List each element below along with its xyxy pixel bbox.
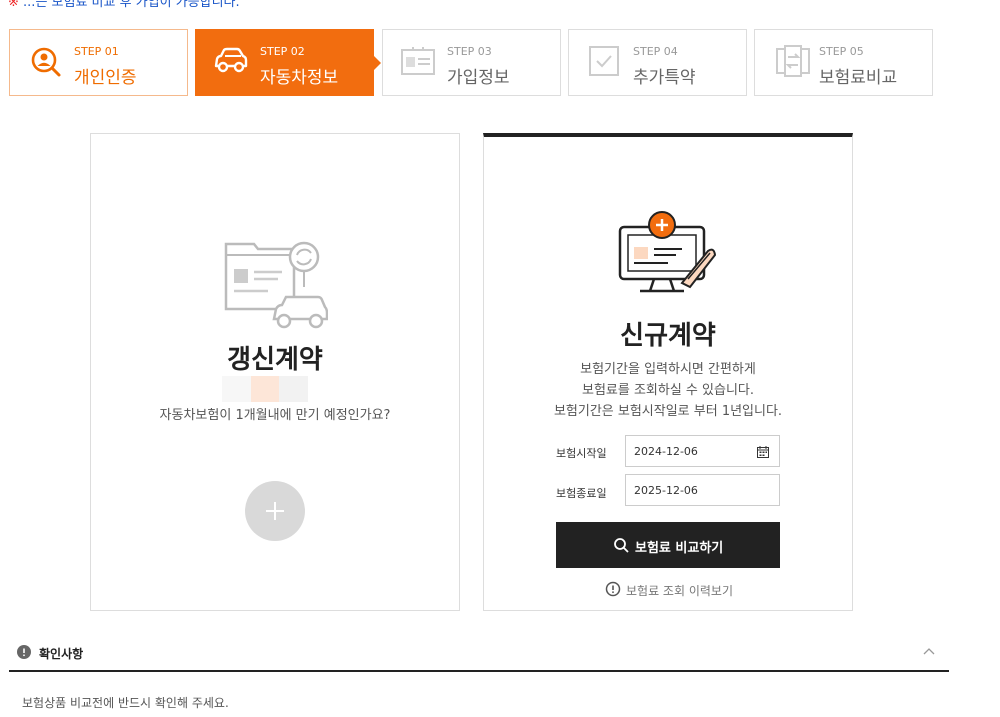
new-contract-description: 보험기간을 입력하시면 간편하게 보험료를 조회하실 수 있습니다. 보험기간은…	[484, 359, 852, 422]
step-number: STEP 04	[633, 45, 678, 58]
chevron-up-icon[interactable]	[923, 647, 935, 655]
notice-body: 보험상품 비교전에 반드시 확인해 주세요.	[22, 696, 229, 710]
renewal-description: 자동차보험이 1개월내에 만기 예정인가요?	[159, 408, 391, 423]
notice-title: 확인사항	[39, 647, 84, 661]
step-title: 추가특약	[633, 68, 696, 88]
step-5[interactable]: STEP 05 보험료비교	[754, 29, 933, 96]
step-title: 가입정보	[447, 68, 510, 88]
step-number: STEP 05	[819, 45, 864, 58]
step-progress: STEP 01 개인인증 STEP 02 자동차정보 STEP 03 가입정보 …	[9, 29, 935, 96]
top-notice: ※ ...는 보험료 비교 후 가입이 가능합니다.	[8, 0, 240, 10]
notice-text: ...는 보험료 비교 후 가입이 가능합니다.	[23, 0, 240, 10]
compare-button-label: 보험료 비교하기	[635, 541, 724, 556]
compare-premium-button[interactable]: 보험료 비교하기	[556, 522, 780, 568]
step-1[interactable]: STEP 01 개인인증	[9, 29, 188, 96]
end-date-input[interactable]	[625, 474, 780, 506]
renewal-add-button[interactable]	[245, 481, 305, 541]
renewal-title: 갱신계약	[227, 345, 323, 375]
checkbox-icon	[589, 46, 619, 76]
blurred-text	[222, 376, 309, 402]
renewal-car-document-icon	[224, 241, 328, 329]
step-2[interactable]: STEP 02 자동차정보	[195, 29, 381, 96]
start-date-label: 보험시작일	[556, 447, 607, 460]
step-title: 보험료비교	[819, 68, 898, 88]
new-contract-card: 신규계약 보험기간을 입력하시면 간편하게 보험료를 조회하실 수 있습니다. …	[483, 133, 853, 611]
step-number: STEP 02	[260, 45, 305, 58]
calendar-icon[interactable]	[757, 446, 769, 458]
step-title: 자동차정보	[260, 68, 339, 88]
step-number: STEP 03	[447, 45, 492, 58]
new-contract-title: 신규계약	[620, 321, 716, 351]
step-3[interactable]: STEP 03 가입정보	[382, 29, 561, 96]
desc-line: 보험기간을 입력하시면 간편하게	[580, 362, 756, 377]
step-title: 개인인증	[74, 68, 137, 88]
step-number: STEP 01	[74, 45, 119, 58]
info-icon	[17, 645, 31, 659]
desc-line: 보험료를 조회하실 수 있습니다.	[581, 383, 754, 398]
compare-icon	[776, 45, 810, 77]
desc-line: 보험기간은 보험시작일로 부터 1년입니다.	[553, 404, 783, 419]
notice-toggle[interactable]: 확인사항	[9, 633, 949, 672]
notice-marker: ※	[8, 0, 19, 10]
car-icon	[214, 47, 248, 73]
alert-circle-icon	[605, 581, 621, 597]
search-icon	[614, 538, 629, 553]
step-4[interactable]: STEP 04 추가특약	[568, 29, 747, 96]
renewal-contract-card[interactable]: 갱신계약 자동차보험이 1개월내에 만기 예정인가요?	[90, 133, 460, 611]
user-search-icon	[31, 47, 61, 77]
monitor-plus-icon	[618, 211, 717, 293]
history-link-label: 보험료 조회 이력보기	[626, 584, 733, 598]
end-date-label: 보험종료일	[556, 487, 607, 500]
id-card-icon	[401, 47, 435, 75]
